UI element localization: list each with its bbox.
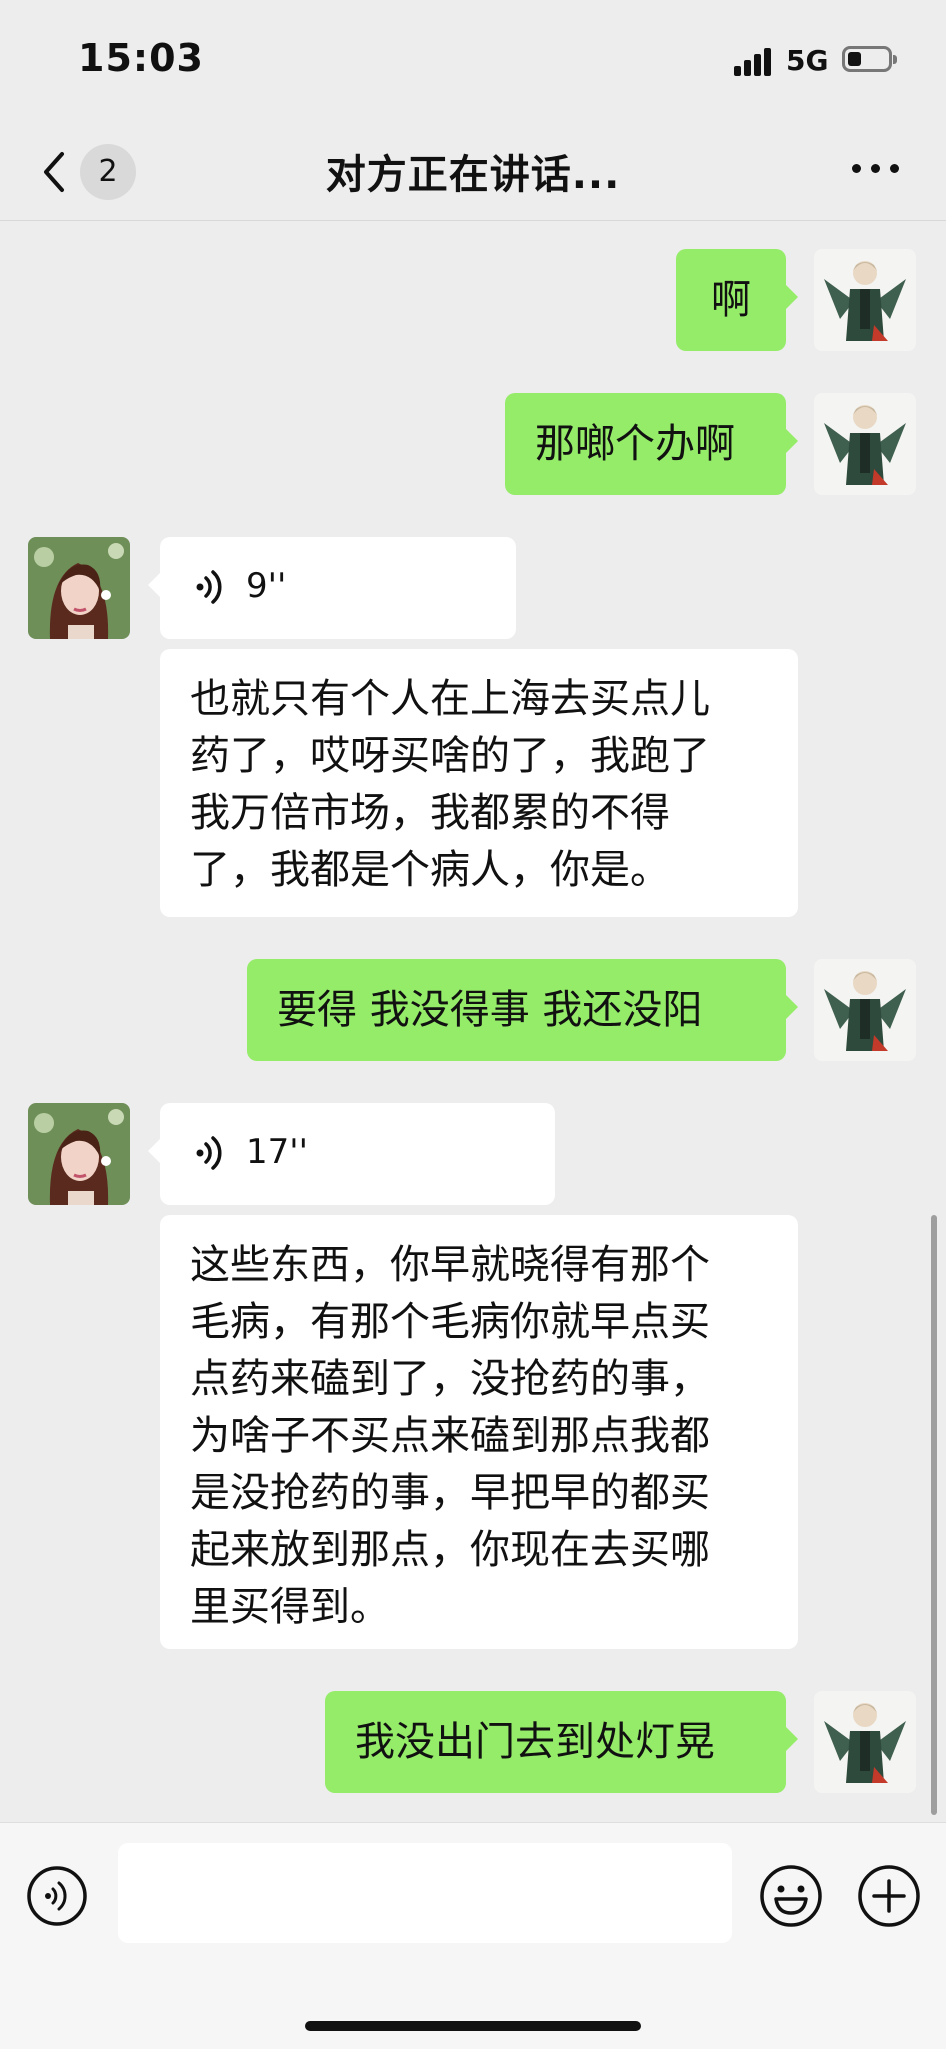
emoji-button[interactable]	[758, 1863, 824, 1929]
chat-scrollbar[interactable]	[931, 1215, 937, 1815]
avatar-illustration	[814, 249, 916, 351]
voice-message-bubble[interactable]: 9''	[148, 537, 516, 639]
contact-avatar[interactable]	[28, 537, 130, 639]
plus-icon	[858, 1865, 920, 1927]
signal-icon	[734, 48, 774, 76]
avatar-photo	[28, 537, 130, 639]
voice-duration: 9''	[246, 566, 287, 606]
my-message-bubble[interactable]: 要得 我没得事 我还没阳	[247, 959, 798, 1061]
my-message-bubble[interactable]: 那啷个办啊	[505, 393, 798, 495]
transcript-line: 了，我都是个病人，你是。	[190, 847, 670, 893]
more-functions-button[interactable]	[856, 1863, 922, 1929]
chat-header: 2 对方正在讲话...	[0, 120, 946, 221]
transcript-line: 为啥子不买点来磕到那点我都	[190, 1413, 710, 1459]
transcript-line: 也就只有个人在上海去买点儿	[190, 676, 710, 722]
chat-title: 对方正在讲话...	[325, 152, 621, 198]
more-options-button[interactable]	[852, 162, 900, 176]
message-text: 我没出门去到处灯晃	[355, 1719, 715, 1765]
my-message-bubble[interactable]: 我没出门去到处灯晃	[325, 1691, 798, 1793]
transcript-line: 毛病，有那个毛病你就早点买	[190, 1299, 710, 1345]
network-type: 5G	[786, 44, 829, 77]
voice-transcript-bubble[interactable]: 这些东西，你早就晓得有那个 毛病，有那个毛病你就早点买 点药来磕到了，没抢药的事…	[160, 1215, 798, 1649]
avatar-illustration	[814, 393, 916, 495]
status-time: 15:03	[78, 36, 204, 80]
my-avatar[interactable]	[814, 959, 916, 1061]
my-avatar[interactable]	[814, 1691, 916, 1793]
input-bar	[0, 1822, 946, 2049]
my-avatar[interactable]	[814, 393, 916, 495]
transcript-line: 起来放到那点，你现在去买哪	[190, 1527, 710, 1573]
emoji-icon	[760, 1865, 822, 1927]
message-list[interactable]: 啊 那啷个办啊 9'' 也就只有个人在上海去买点儿 药了，哎呀买啥的了，我跑了 …	[0, 221, 946, 1821]
transcript-line: 里买得到。	[190, 1584, 390, 1630]
message-text: 那啷个办啊	[535, 421, 735, 467]
transcript-line: 药了，哎呀买啥的了，我跑了	[190, 733, 710, 779]
transcript-line: 我万倍市场，我都累的不得	[190, 790, 670, 836]
voice-wave-icon	[196, 1136, 222, 1170]
home-indicator	[305, 2021, 641, 2031]
avatar-illustration	[814, 959, 916, 1061]
status-bar: 15:03 5G	[0, 0, 946, 120]
message-text: 啊	[711, 277, 751, 323]
contact-avatar[interactable]	[28, 1103, 130, 1205]
voice-transcript-bubble[interactable]: 也就只有个人在上海去买点儿 药了，哎呀买啥的了，我跑了 我万倍市场，我都累的不得…	[160, 649, 798, 917]
transcript-line: 是没抢药的事，早把早的都买	[190, 1470, 710, 1516]
voice-duration: 17''	[246, 1132, 308, 1172]
my-avatar[interactable]	[814, 249, 916, 351]
battery-icon	[842, 46, 897, 72]
my-message-bubble[interactable]: 啊	[676, 249, 798, 351]
voice-input-button[interactable]	[26, 1865, 88, 1927]
message-input[interactable]	[118, 1843, 732, 1943]
transcript-line: 这些东西，你早就晓得有那个	[190, 1242, 710, 1288]
avatar-illustration	[814, 1691, 916, 1793]
voice-input-icon	[27, 1866, 87, 1926]
more-dots-icon	[852, 164, 861, 173]
voice-wave-icon	[196, 570, 222, 604]
transcript-line: 点药来磕到了，没抢药的事，	[190, 1356, 710, 1402]
avatar-photo	[28, 1103, 130, 1205]
message-text: 要得 我没得事 我还没阳	[277, 987, 703, 1033]
voice-message-bubble[interactable]: 17''	[148, 1103, 555, 1205]
